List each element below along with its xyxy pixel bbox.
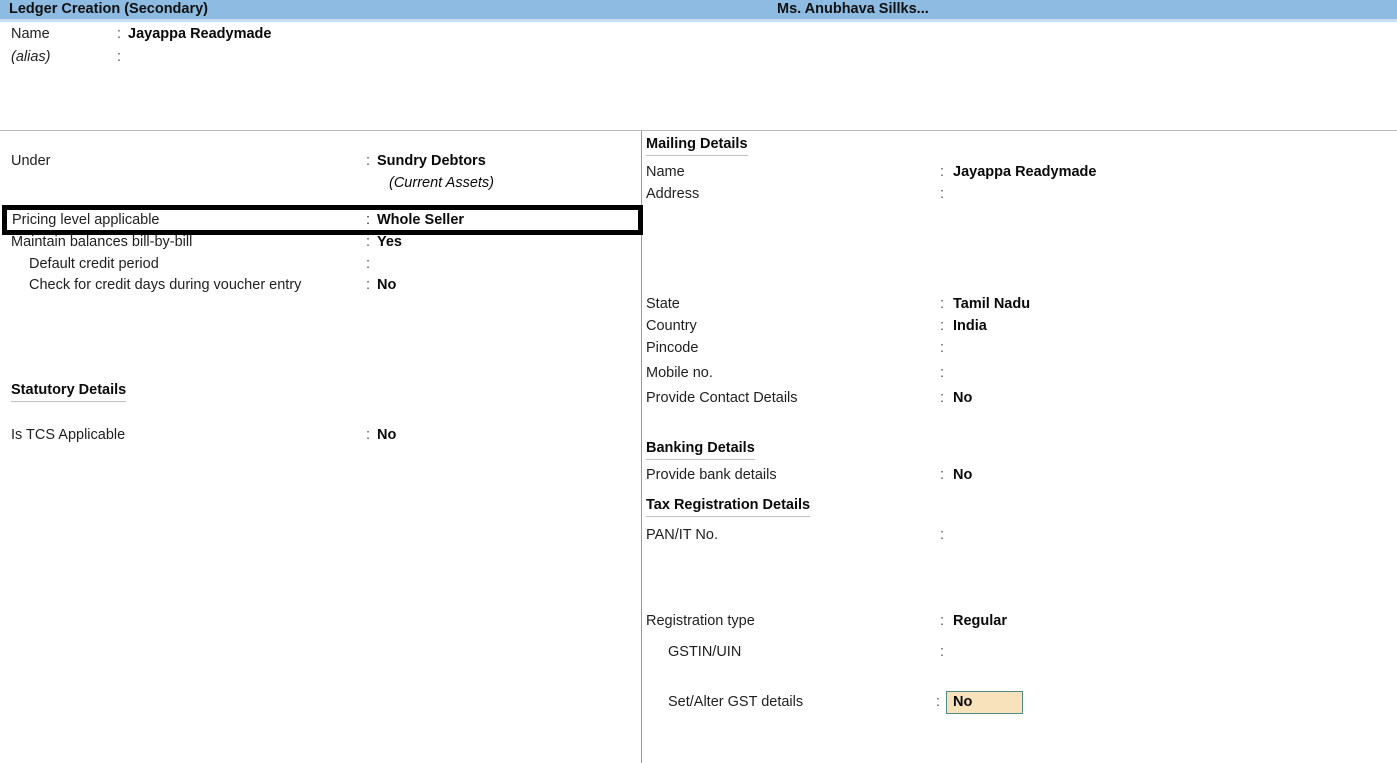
statutory-details-heading: Statutory Details [11,382,127,402]
provide-contact-details-colon: : [940,390,945,406]
tax-registration-details-heading: Tax Registration Details [646,497,811,517]
under-value[interactable]: Sundry Debtors [377,153,486,169]
provide-bank-details-value[interactable]: No [953,467,972,483]
provide-contact-details-label: Provide Contact Details [646,390,798,406]
check-credit-days-colon: : [366,277,371,293]
provide-contact-details-value[interactable]: No [953,390,972,406]
mobile-no-colon: : [940,365,945,381]
registration-type-colon: : [940,613,945,629]
check-credit-days-value[interactable]: No [377,277,396,293]
pricing-level-value[interactable]: Whole Seller [377,212,464,228]
set-alter-gst-details-label: Set/Alter GST details [668,694,804,710]
header-divider-line [0,130,1397,131]
pan-it-no-label: PAN/IT No. [646,527,718,543]
pricing-level-colon: : [366,212,371,228]
country-colon: : [940,318,945,334]
pincode-label: Pincode [646,340,699,356]
maintain-bill-by-bill-value[interactable]: Yes [377,234,402,250]
is-tcs-applicable-colon: : [366,427,371,443]
set-alter-gst-details-value: No [953,694,973,710]
banking-details-heading: Banking Details [646,440,755,460]
window-title-bar [0,0,1397,19]
country-value[interactable]: India [953,318,987,334]
ledger-name-block: Name : Jayappa Readymade (alias) : [0,22,1397,130]
company-name-title: Ms. Anubhava Sillks... [777,1,929,17]
maintain-bill-by-bill-colon: : [366,234,371,250]
maintain-bill-by-bill-label: Maintain balances bill-by-bill [11,234,193,250]
name-colon: : [117,26,122,42]
name-label: Name [11,26,50,42]
mailing-name-label: Name [646,164,685,180]
name-value[interactable]: Jayappa Readymade [128,26,271,42]
gstin-uin-colon: : [940,644,945,660]
under-parent-group: (Current Assets) [389,175,495,191]
under-label: Under [11,153,51,169]
state-colon: : [940,296,945,312]
default-credit-period-label: Default credit period [29,256,159,272]
state-value[interactable]: Tamil Nadu [953,296,1030,312]
check-credit-days-label: Check for credit days during voucher ent… [29,277,302,293]
gstin-uin-label: GSTIN/UIN [668,644,742,660]
alias-colon: : [117,49,122,65]
pricing-level-label: Pricing level applicable [12,212,160,228]
alias-label: (alias) [11,49,51,65]
mailing-address-label: Address [646,186,700,202]
pan-it-no-colon: : [940,527,945,543]
state-label: State [646,296,680,312]
mobile-no-label: Mobile no. [646,365,713,381]
pincode-colon: : [940,340,945,356]
registration-type-value[interactable]: Regular [953,613,1007,629]
is-tcs-applicable-value[interactable]: No [377,427,396,443]
page-title: Ledger Creation (Secondary) [9,1,209,17]
provide-bank-details-colon: : [940,467,945,483]
default-credit-period-colon: : [366,256,371,272]
is-tcs-applicable-label: Is TCS Applicable [11,427,126,443]
mailing-name-value[interactable]: Jayappa Readymade [953,164,1096,180]
set-alter-gst-details-colon: : [936,694,941,710]
provide-bank-details-label: Provide bank details [646,467,777,483]
mailing-address-colon: : [940,186,945,202]
mailing-details-heading: Mailing Details [646,136,748,156]
registration-type-label: Registration type [646,613,755,629]
country-label: Country [646,318,697,334]
mailing-name-colon: : [940,164,945,180]
under-colon: : [366,153,371,169]
